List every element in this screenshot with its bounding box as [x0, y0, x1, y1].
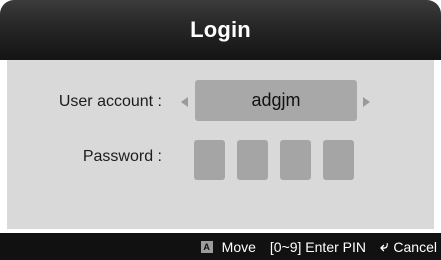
user-account-label: User account : [58, 93, 162, 110]
move-label: Move [221, 238, 256, 255]
pin-digit-2[interactable] [237, 140, 268, 180]
a-button-icon: A [200, 240, 213, 253]
arrow-left-icon[interactable] [181, 97, 188, 107]
login-dialog: Login User account : adgjm Password : A … [0, 0, 441, 260]
user-account-value: adgjm [251, 90, 301, 110]
status-bar: A Move [0~9] Enter PIN ⤶ Cancel [0, 233, 441, 260]
enter-pin-label: [0~9] Enter PIN [269, 238, 366, 255]
return-icon: ⤶ [380, 237, 389, 255]
arrow-right-icon[interactable] [363, 97, 370, 107]
user-account-selector[interactable]: adgjm [195, 80, 357, 121]
pin-digit-3[interactable] [280, 140, 311, 180]
cancel-label: Cancel [393, 238, 437, 255]
title-bar: Login [0, 0, 441, 60]
pin-digit-4[interactable] [323, 140, 354, 180]
dialog-title: Login [190, 17, 251, 42]
pin-digit-1[interactable] [194, 140, 225, 180]
move-hint[interactable]: A Move [200, 238, 256, 255]
login-form: User account : adgjm Password : [7, 60, 434, 229]
cancel-hint[interactable]: ⤶ Cancel [380, 239, 437, 255]
enter-pin-hint: [0~9] Enter PIN [270, 239, 366, 255]
password-label: Password : [82, 148, 162, 165]
